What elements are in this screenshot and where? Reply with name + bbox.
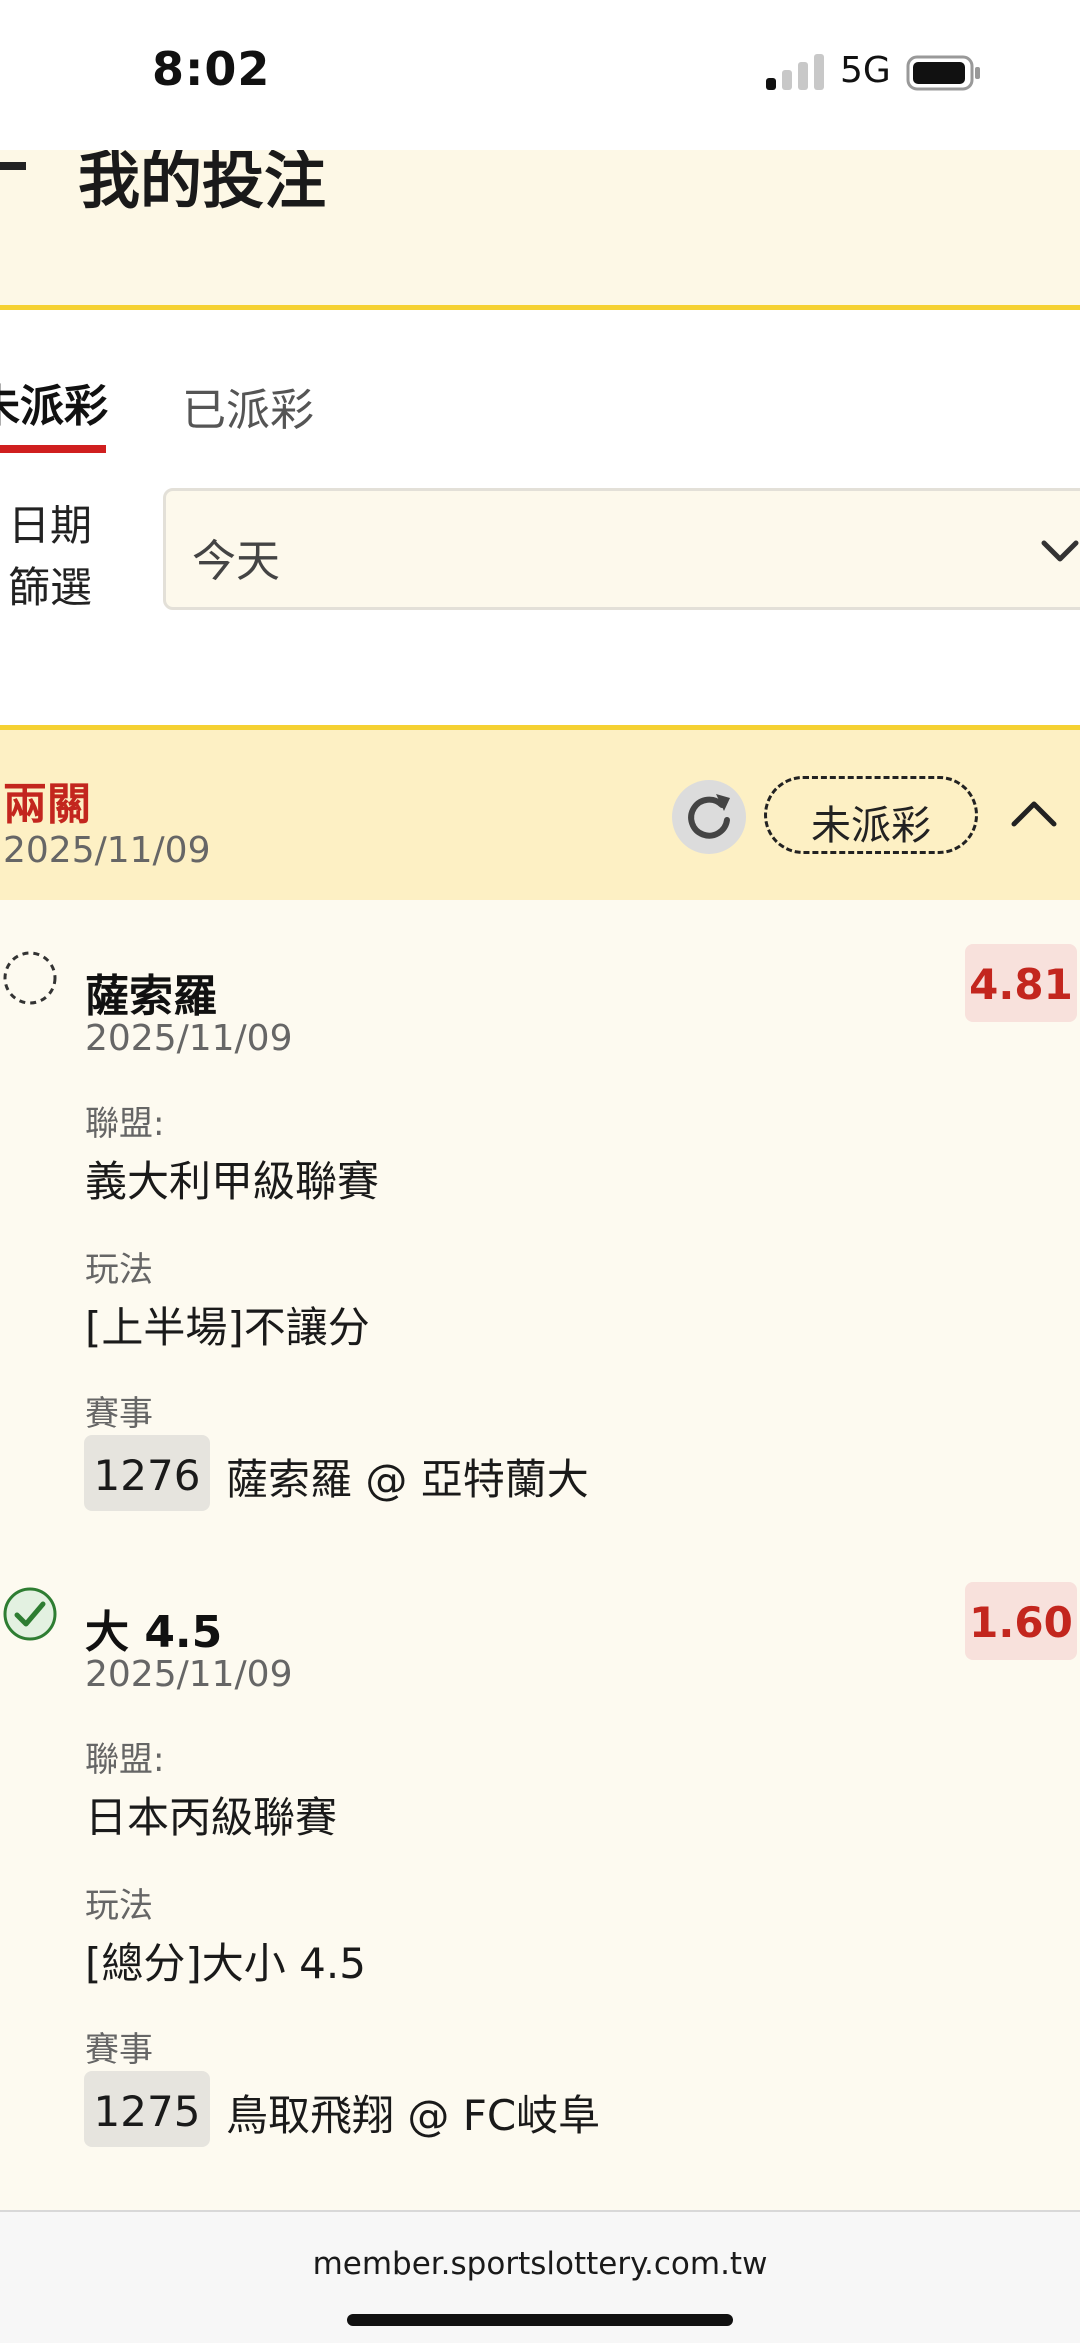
league-value: 日本丙級聯賽 [85, 1793, 338, 1842]
odds-value: 1.60 [969, 1598, 1073, 1647]
page-title: 我的投注 [78, 150, 327, 217]
market-label: 玩法 [85, 1250, 153, 1290]
home-indicator[interactable] [347, 2314, 733, 2326]
odds-badge: 4.81 [965, 944, 1077, 1022]
url-text: member.sportslottery.com.tw [312, 2246, 768, 2282]
match-number: 1275 [84, 2071, 210, 2147]
battery-icon [906, 55, 982, 91]
league-label: 聯盟: [85, 1740, 165, 1780]
tab-settled[interactable]: 已派彩 [182, 374, 314, 438]
bet-date: 2025/11/09 [3, 830, 211, 871]
market-label: 玩法 [85, 1886, 153, 1926]
active-tab-indicator [0, 445, 106, 453]
leg-date: 2025/11/09 [85, 1018, 293, 1059]
bet-group-header[interactable]: 兩關 2025/11/09 未派彩 [0, 725, 1080, 900]
status-badge: 未派彩 [764, 776, 978, 854]
date-filter-select[interactable]: 今天 [163, 488, 1080, 610]
refresh-icon [688, 794, 730, 839]
bet-type: 兩關 [3, 779, 91, 830]
pending-dashed-circle-icon [2, 950, 57, 1005]
refresh-button[interactable] [672, 780, 746, 854]
status-bar: 8:02 5G [0, 0, 1080, 150]
chevron-down-icon [1036, 527, 1080, 575]
leg-date: 2025/11/09 [85, 1654, 293, 1695]
status-time: 8:02 [152, 42, 271, 96]
match-name: 鳥取飛翔 @ FC岐阜 [226, 2091, 601, 2140]
collapse-chevron-up-icon[interactable] [1008, 788, 1060, 840]
status-badge-label: 未派彩 [811, 803, 931, 849]
signal-strength-icon [766, 54, 826, 90]
date-filter-value: 今天 [192, 536, 280, 587]
page-header: 我的投注 [0, 150, 1080, 310]
bet-leg: 薩索羅 2025/11/09 4.81 聯盟: 義大利甲級聯賽 玩法 [上半場]… [0, 930, 1080, 1530]
browser-url-bar[interactable]: member.sportslottery.com.tw [0, 2210, 1080, 2343]
tab-unsettled[interactable]: 未派彩 [0, 370, 108, 434]
match-number-value: 1275 [93, 2087, 201, 2136]
date-filter-label: 日期 篩選 [8, 501, 93, 612]
check-circle-icon [2, 1586, 57, 1641]
league-label: 聯盟: [85, 1104, 165, 1144]
market-value: [上半場]不讓分 [85, 1303, 370, 1352]
leg-selection: 薩索羅 [85, 971, 217, 1022]
market-value: [總分]大小 4.5 [85, 1939, 366, 1988]
odds-value: 4.81 [969, 960, 1073, 1009]
event-label: 賽事 [85, 2030, 153, 2070]
league-value: 義大利甲級聯賽 [85, 1157, 380, 1206]
bet-leg: 大 4.5 2025/11/09 1.60 聯盟: 日本丙級聯賽 玩法 [總分]… [0, 1566, 1080, 2166]
odds-badge: 1.60 [965, 1582, 1077, 1660]
leg-selection: 大 4.5 [85, 1607, 223, 1658]
filter-panel: 未派彩 已派彩 日期 篩選 今天 [0, 310, 1080, 725]
match-number-value: 1276 [93, 1451, 201, 1500]
event-label: 賽事 [85, 1394, 153, 1434]
match-name: 薩索羅 @ 亞特蘭大 [226, 1455, 589, 1504]
network-type: 5G [840, 50, 891, 91]
match-number: 1276 [84, 1435, 210, 1511]
back-icon[interactable] [0, 162, 26, 170]
